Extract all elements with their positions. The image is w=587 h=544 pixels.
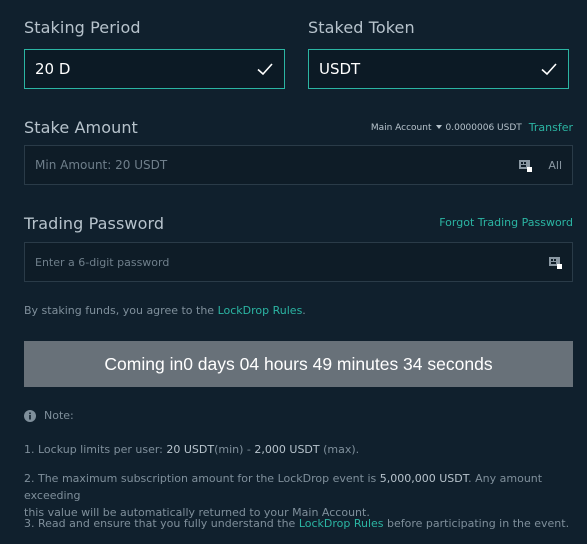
lockdrop-rules-link[interactable]: LockDrop Rules	[218, 304, 303, 317]
note-item-1-prefix: 1. Lockup limits per user:	[24, 443, 167, 456]
note-item-1: 1. Lockup limits per user: 20 USDT(min) …	[24, 441, 359, 458]
agreement-suffix: .	[302, 304, 306, 317]
trading-password-input[interactable]: Enter a 6-digit password	[24, 242, 573, 282]
note-item-1-min: 20 USDT	[166, 443, 215, 456]
forgot-password-link[interactable]: Forgot Trading Password	[439, 216, 573, 229]
check-icon	[541, 63, 557, 76]
note-lockdrop-rules-link[interactable]: LockDrop Rules	[299, 517, 384, 530]
coming-countdown-button[interactable]: Coming in0 days 04 hours 49 minutes 34 s…	[24, 341, 573, 387]
keyboard-icon[interactable]	[548, 255, 562, 269]
note-item-1-max: 2,000 USDT	[254, 443, 320, 456]
note-item-3-prefix: 3. Read and ensure that you fully unders…	[24, 517, 299, 530]
note-item-2: 2. The maximum subscription amount for t…	[24, 470, 573, 521]
staked-token-label: Staked Token	[308, 18, 415, 37]
all-button[interactable]: All	[548, 159, 562, 172]
keyboard-icon[interactable]	[518, 158, 533, 172]
note-item-3: 3. Read and ensure that you fully unders…	[24, 515, 569, 532]
agreement-prefix: By staking funds, you agree to the	[24, 304, 218, 317]
note-item-1-max-suffix: (max).	[319, 443, 360, 456]
note-item-2-prefix: 2. The maximum subscription amount for t…	[24, 472, 380, 485]
trading-password-label: Trading Password	[24, 214, 165, 233]
stake-amount-input[interactable]: Min Amount: 20 USDT All	[24, 145, 573, 185]
trading-password-placeholder: Enter a 6-digit password	[35, 255, 170, 269]
staked-token-select[interactable]: USDT	[308, 49, 569, 89]
staking-period-value: 20 D	[35, 60, 71, 78]
note-header: Note:	[24, 409, 74, 422]
stake-amount-placeholder: Min Amount: 20 USDT	[35, 158, 168, 172]
staking-period-label: Staking Period	[24, 18, 141, 37]
note-item-2-amount: 5,000,000 USDT	[379, 472, 469, 485]
account-selector[interactable]: Main Account	[371, 123, 432, 133]
account-balance: 0.0000006 USDT	[445, 122, 522, 133]
check-icon	[257, 63, 273, 76]
caret-down-icon[interactable]	[435, 125, 442, 130]
account-balance-row: Main Account 0.0000006 USDT Transfer	[371, 121, 573, 134]
staking-period-select[interactable]: 20 D	[24, 49, 285, 89]
agreement-text: By staking funds, you agree to the LockD…	[24, 304, 306, 317]
stake-amount-label: Stake Amount	[24, 118, 138, 137]
note-item-1-min-suffix: (min) -	[214, 443, 255, 456]
staked-token-value: USDT	[319, 60, 361, 78]
info-icon	[24, 409, 36, 422]
transfer-link[interactable]: Transfer	[529, 121, 573, 134]
note-title: Note:	[44, 409, 74, 422]
note-item-3-suffix: before participating in the event.	[383, 517, 570, 530]
